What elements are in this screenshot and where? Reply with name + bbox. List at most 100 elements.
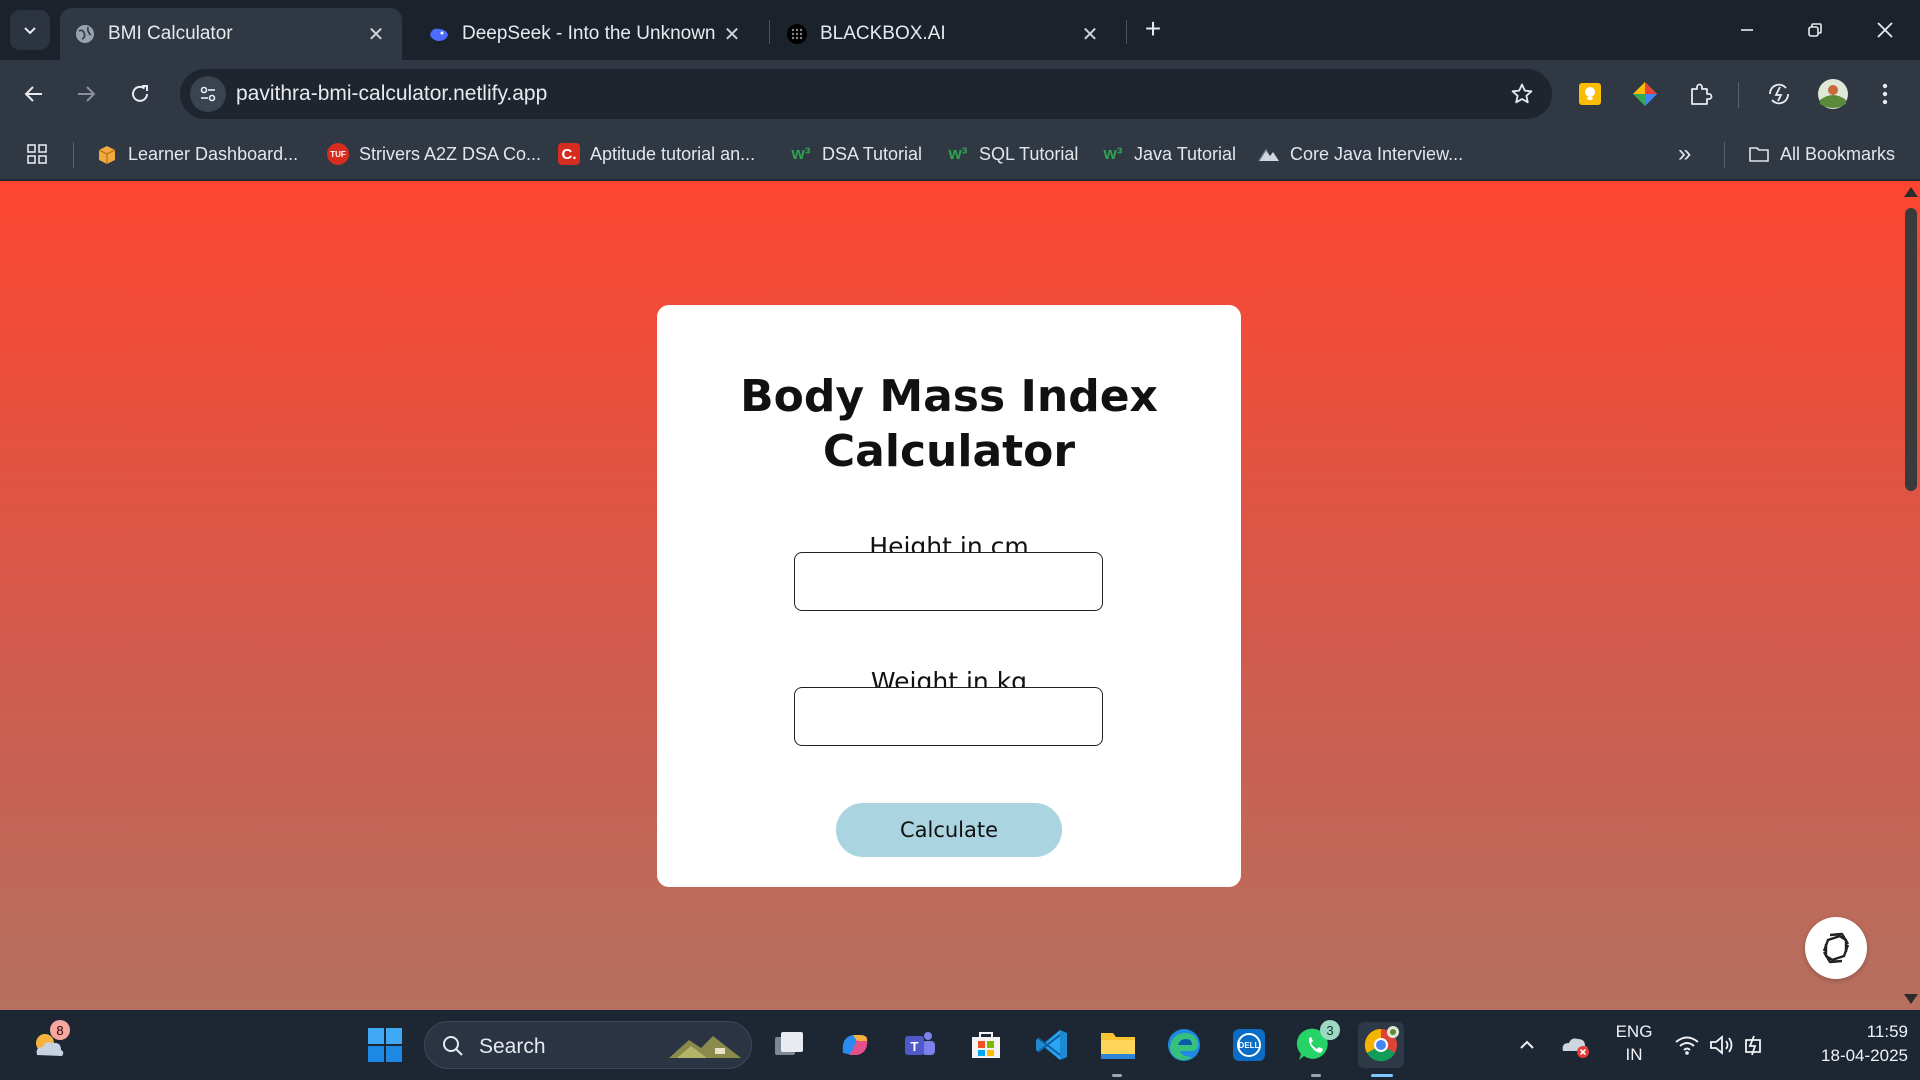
app-active-indicator bbox=[1371, 1074, 1393, 1077]
bookmarks-divider bbox=[73, 142, 74, 168]
bookmarks-bar: Learner Dashboard... TUF Strivers A2Z DS… bbox=[0, 128, 1920, 180]
weather-badge: 8 bbox=[50, 1020, 70, 1040]
box-icon bbox=[96, 143, 118, 165]
calculate-button[interactable]: Calculate bbox=[836, 803, 1062, 857]
tab-deepseek[interactable]: DeepSeek - Into the Unknown ✕ bbox=[414, 8, 758, 60]
task-view-button[interactable] bbox=[766, 1022, 812, 1068]
weather-widget[interactable]: 8 bbox=[26, 1020, 72, 1068]
bookmark-label: DSA Tutorial bbox=[822, 143, 923, 164]
scroll-down-arrow-icon[interactable] bbox=[1904, 994, 1918, 1004]
c-letter-icon: C. bbox=[558, 143, 580, 165]
extensions-button[interactable] bbox=[1683, 77, 1717, 111]
bookmark-star-button[interactable] bbox=[1508, 80, 1536, 108]
tab-search-button[interactable] bbox=[10, 10, 50, 50]
close-tab-icon[interactable]: ✕ bbox=[720, 22, 744, 46]
teams-app[interactable]: T bbox=[897, 1022, 943, 1068]
bookmark-learner-dashboard[interactable]: Learner Dashboard... bbox=[96, 138, 298, 170]
chevron-up-icon bbox=[1520, 1040, 1534, 1049]
globe-icon bbox=[74, 23, 96, 45]
page-scrollbar[interactable] bbox=[1902, 181, 1920, 1010]
windows-logo-icon bbox=[368, 1028, 402, 1062]
file-explorer-app[interactable] bbox=[1095, 1022, 1141, 1068]
svg-text:T: T bbox=[911, 1039, 919, 1054]
language-line-1: ENG bbox=[1615, 1022, 1653, 1041]
app-running-indicator bbox=[1112, 1074, 1122, 1077]
bookmark-aptitude[interactable]: C. Aptitude tutorial an... bbox=[558, 138, 755, 170]
bookmark-label: Core Java Interview... bbox=[1290, 143, 1464, 164]
app-running-indicator bbox=[1311, 1074, 1321, 1077]
dell-app[interactable]: DELL bbox=[1226, 1022, 1272, 1068]
close-tab-icon[interactable]: ✕ bbox=[1078, 22, 1102, 46]
minimize-button[interactable] bbox=[1722, 8, 1772, 52]
mountain-icon bbox=[1258, 143, 1280, 165]
url-text[interactable]: pavithra-bmi-calculator.netlify.app bbox=[236, 82, 547, 106]
blackbox-icon bbox=[786, 23, 808, 45]
reload-button[interactable] bbox=[120, 74, 160, 114]
extension-colorful-button[interactable] bbox=[1628, 77, 1662, 111]
whatsapp-badge: 3 bbox=[1320, 1020, 1340, 1040]
bookmark-strivers[interactable]: TUF Strivers A2Z DSA Co... bbox=[327, 138, 541, 170]
tab-title: BMI Calculator bbox=[108, 23, 233, 44]
windows-taskbar: 8 Search T DELL 3 ENG IN 11:59 18-04-202… bbox=[0, 1010, 1920, 1080]
browser-menu-button[interactable] bbox=[1868, 77, 1902, 111]
all-bookmarks-button[interactable]: All Bookmarks bbox=[1748, 138, 1895, 170]
store-icon bbox=[972, 1032, 1000, 1058]
extension-keep-button[interactable] bbox=[1573, 77, 1607, 111]
page-viewport: Body Mass Index Calculator Height in cm … bbox=[0, 181, 1920, 1010]
new-tab-button[interactable]: + bbox=[1138, 13, 1168, 44]
start-button[interactable] bbox=[362, 1022, 408, 1068]
bookmark-label: Learner Dashboard... bbox=[128, 143, 299, 164]
reload-icon bbox=[132, 85, 148, 102]
star-icon bbox=[1511, 83, 1533, 104]
chrome-app[interactable] bbox=[1358, 1022, 1404, 1068]
bookmarks-overflow-button[interactable]: » bbox=[1678, 138, 1691, 170]
wifi-icon bbox=[1675, 1036, 1699, 1055]
vscode-app[interactable] bbox=[1029, 1022, 1075, 1068]
bookmark-java-tutorial[interactable]: w³ Java Tutorial bbox=[1102, 138, 1237, 170]
weight-input[interactable] bbox=[794, 687, 1103, 746]
avatar-icon bbox=[1818, 79, 1848, 109]
performance-button[interactable] bbox=[1762, 77, 1796, 111]
w3-icon: w³ bbox=[1103, 144, 1123, 163]
close-window-button[interactable] bbox=[1860, 8, 1910, 52]
scroll-thumb[interactable] bbox=[1905, 208, 1917, 491]
diamond-extension-icon bbox=[1633, 82, 1657, 106]
tab-title: BLACKBOX.AI bbox=[820, 23, 946, 44]
microsoft-store-app[interactable] bbox=[963, 1022, 1009, 1068]
deepseek-whale-icon bbox=[428, 23, 450, 45]
edge-app[interactable] bbox=[1161, 1022, 1207, 1068]
bookmark-sql-tutorial[interactable]: w³ SQL Tutorial bbox=[947, 138, 1079, 170]
puzzle-icon bbox=[1691, 83, 1713, 105]
restore-button[interactable] bbox=[1790, 8, 1840, 52]
tab-bmi-calculator[interactable]: BMI Calculator ✕ bbox=[60, 8, 402, 60]
browser-toolbar: pavithra-bmi-calculator.netlify.app bbox=[0, 60, 1920, 128]
bookmark-core-java[interactable]: Core Java Interview... bbox=[1258, 138, 1463, 170]
search-placeholder: Search bbox=[479, 1035, 546, 1058]
folder-icon bbox=[1748, 143, 1770, 165]
copilot-app[interactable] bbox=[832, 1022, 878, 1068]
tab-blackbox[interactable]: BLACKBOX.AI ✕ bbox=[772, 8, 1116, 60]
show-hidden-icons-button[interactable] bbox=[1504, 1022, 1550, 1068]
apps-button[interactable] bbox=[26, 138, 48, 170]
language-indicator[interactable]: ENG IN bbox=[1606, 1022, 1662, 1065]
bookmark-dsa-tutorial[interactable]: w³ DSA Tutorial bbox=[790, 138, 923, 170]
height-input[interactable] bbox=[794, 552, 1103, 611]
site-info-button[interactable] bbox=[190, 76, 226, 112]
close-tab-icon[interactable]: ✕ bbox=[364, 22, 388, 46]
bookmark-label: Strivers A2Z DSA Co... bbox=[359, 143, 542, 164]
w3-icon: w³ bbox=[948, 144, 968, 163]
onedrive-status[interactable] bbox=[1552, 1022, 1598, 1068]
copilot-icon bbox=[842, 1035, 868, 1055]
whatsapp-app[interactable]: 3 bbox=[1292, 1020, 1340, 1068]
back-button[interactable] bbox=[14, 74, 54, 114]
taskbar-search[interactable]: Search bbox=[424, 1021, 752, 1069]
quick-settings-button[interactable] bbox=[1668, 1022, 1774, 1068]
profile-avatar-button[interactable] bbox=[1816, 77, 1850, 111]
restore-icon bbox=[1808, 23, 1822, 37]
clock[interactable]: 11:59 18-04-2025 bbox=[1788, 1022, 1908, 1066]
scroll-up-arrow-icon[interactable] bbox=[1904, 187, 1918, 197]
forward-button[interactable] bbox=[66, 74, 106, 114]
address-bar[interactable]: pavithra-bmi-calculator.netlify.app bbox=[180, 69, 1552, 119]
chatgpt-floating-button[interactable] bbox=[1805, 917, 1867, 979]
lightbulb-note-icon bbox=[1579, 83, 1601, 105]
